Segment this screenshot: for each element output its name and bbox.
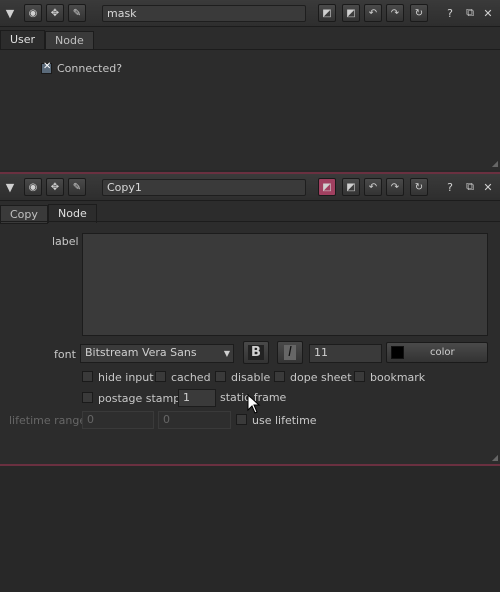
panel-header: ▼ ◉ ✥ ✎ Copy1 ◩ ◩ ↶ ↷ ↻ ? ⧉ ✕ — [0, 174, 500, 201]
properties-panel-mask: ▼ ◉ ✥ ✎ mask ◩ ◩ ↶ ↷ ↻ ? ⧉ ✕ User Node ✕… — [0, 0, 500, 170]
help-icon[interactable]: ? — [442, 5, 458, 21]
revert-icon: ↻ — [414, 7, 424, 19]
disable-label: disable — [231, 371, 271, 384]
collapse-icon[interactable]: ▼ — [2, 179, 18, 195]
font-dropdown[interactable]: Bitstream Vera Sans ▼ — [80, 344, 234, 363]
color-swatch-icon: ◩ — [322, 181, 332, 193]
panel-header: ▼ ◉ ✥ ✎ mask ◩ ◩ ↶ ↷ ↻ ? ⧉ ✕ — [0, 0, 500, 27]
cached-label: cached — [171, 371, 211, 384]
color-swatch-icon: ◩ — [346, 7, 356, 19]
hide-input-label: hide input — [98, 371, 154, 384]
font-label: font — [54, 348, 76, 361]
redo-icon: ↷ — [390, 7, 400, 19]
tab-underline — [0, 221, 500, 222]
float-panel-icon[interactable]: ⧉ — [462, 179, 478, 195]
redo-button[interactable]: ↷ — [386, 4, 404, 22]
font-color-button[interactable]: ◩ — [342, 4, 360, 22]
connected-label: Connected? — [57, 62, 123, 75]
italic-icon: I — [284, 345, 296, 360]
center-node-button[interactable]: ✥ — [46, 178, 64, 196]
cached-checkbox[interactable] — [155, 371, 166, 382]
view-node-button[interactable]: ◉ — [24, 178, 42, 196]
float-panel-icon[interactable]: ⧉ — [462, 5, 478, 21]
use-lifetime-label: use lifetime — [252, 414, 317, 427]
static-frame-input[interactable]: 1 — [178, 389, 216, 407]
tab-user[interactable]: User — [0, 30, 46, 49]
eye-circle-icon: ◉ — [28, 7, 38, 19]
wrench-icon: ✎ — [72, 181, 82, 193]
tab-node[interactable]: Node — [45, 31, 94, 50]
tile-color-button[interactable]: ◩ — [318, 178, 336, 196]
close-icon[interactable]: ✕ — [480, 179, 496, 195]
label-textarea[interactable] — [82, 233, 488, 336]
plug-icon: ✥ — [50, 181, 60, 193]
close-icon[interactable]: ✕ — [480, 5, 496, 21]
undo-icon: ↶ — [368, 7, 378, 19]
color-button-label: color — [430, 347, 455, 358]
undo-button[interactable]: ↶ — [364, 178, 382, 196]
connected-checkbox[interactable]: ✕ — [41, 61, 52, 74]
hide-input-checkbox[interactable] — [82, 371, 93, 382]
panel-separator — [0, 464, 500, 466]
bookmark-checkbox[interactable] — [354, 371, 365, 382]
edit-node-button[interactable]: ✎ — [68, 178, 86, 196]
lifetime-range-label: lifetime range — [9, 414, 87, 427]
color-swatch-icon: ◩ — [346, 181, 356, 193]
tab-underline — [0, 49, 500, 50]
help-icon[interactable]: ? — [442, 179, 458, 195]
font-dropdown-value: Bitstream Vera Sans — [85, 346, 197, 359]
lifetime-start-input[interactable]: 0 — [82, 411, 154, 429]
label-label: label — [52, 235, 79, 248]
bold-button[interactable]: B — [243, 341, 269, 364]
eye-circle-icon: ◉ — [28, 181, 38, 193]
node-name-input[interactable]: mask — [102, 5, 306, 22]
revert-icon: ↻ — [414, 181, 424, 193]
text-color-button[interactable]: color — [386, 342, 488, 363]
edit-node-button[interactable]: ✎ — [68, 4, 86, 22]
dope-sheet-label: dope sheet — [290, 371, 352, 384]
revert-button[interactable]: ↻ — [410, 178, 428, 196]
dope-sheet-checkbox[interactable] — [274, 371, 285, 382]
undo-button[interactable]: ↶ — [364, 4, 382, 22]
redo-icon: ↷ — [390, 181, 400, 193]
font-color-button[interactable]: ◩ — [342, 178, 360, 196]
resize-grip-icon[interactable]: ◢ — [492, 453, 498, 462]
color-swatch-icon — [391, 346, 404, 359]
wrench-icon: ✎ — [72, 7, 82, 19]
resize-grip-icon[interactable]: ◢ — [492, 159, 498, 168]
undo-icon: ↶ — [368, 181, 378, 193]
color-swatch-icon: ◩ — [322, 7, 332, 19]
postage-stamp-checkbox[interactable] — [82, 392, 93, 403]
revert-button[interactable]: ↻ — [410, 4, 428, 22]
bookmark-label: bookmark — [370, 371, 426, 384]
italic-button[interactable]: I — [277, 341, 303, 364]
bold-icon: B — [248, 345, 264, 360]
postage-stamp-label: postage stamp — [98, 392, 181, 405]
font-size-input[interactable]: 11 — [309, 344, 382, 363]
view-node-button[interactable]: ◉ — [24, 4, 42, 22]
chevron-down-icon: ▼ — [223, 349, 230, 358]
check-icon: ✕ — [43, 61, 52, 72]
disable-checkbox[interactable] — [215, 371, 226, 382]
tile-color-button[interactable]: ◩ — [318, 4, 336, 22]
node-name-input[interactable]: Copy1 — [102, 179, 306, 196]
redo-button[interactable]: ↷ — [386, 178, 404, 196]
properties-panel-copy1: ▼ ◉ ✥ ✎ Copy1 ◩ ◩ ↶ ↷ ↻ ? ⧉ ✕ Copy Node — [0, 174, 500, 464]
lifetime-end-input[interactable]: 0 — [158, 411, 231, 429]
use-lifetime-checkbox[interactable] — [236, 414, 247, 425]
mouse-cursor-icon — [247, 394, 261, 414]
collapse-icon[interactable]: ▼ — [2, 5, 18, 21]
plug-icon: ✥ — [50, 7, 60, 19]
center-node-button[interactable]: ✥ — [46, 4, 64, 22]
